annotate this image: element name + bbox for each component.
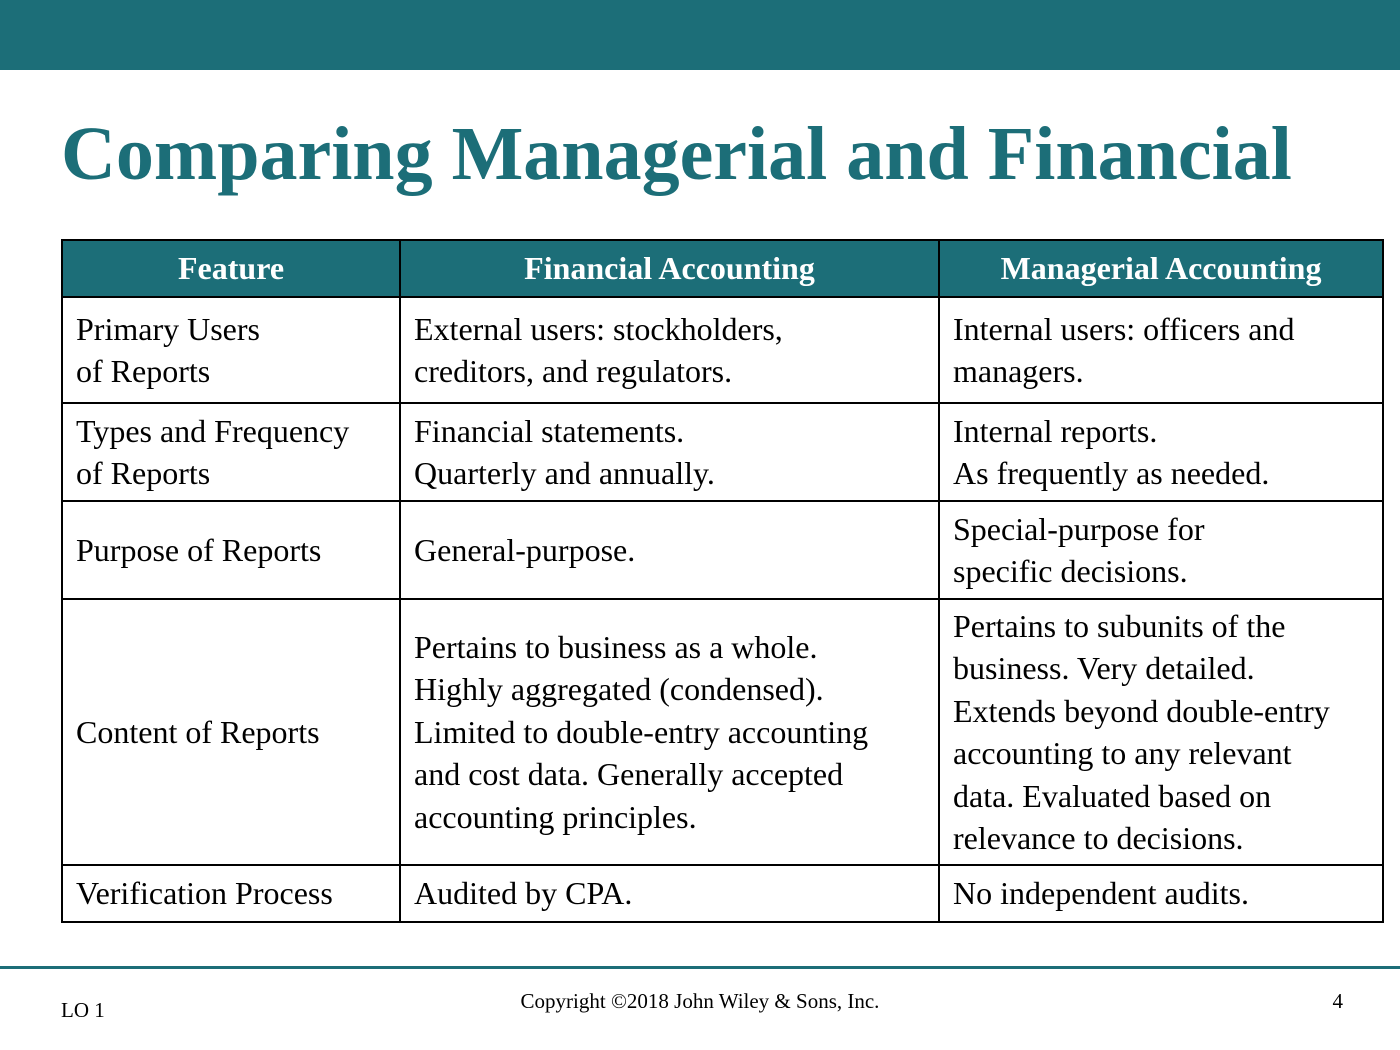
cell-line: Content of Reports xyxy=(76,713,320,750)
managerial-cell: No independent audits. xyxy=(938,864,1384,923)
table-row: Verification Process Audited by CPA. No … xyxy=(61,864,1384,923)
cell-line: General-purpose. xyxy=(414,531,636,568)
cell-line: accounting to any relevant xyxy=(953,735,1292,771)
feature-cell: Content of Reports xyxy=(61,598,401,866)
cell-line: Audited by CPA. xyxy=(414,875,633,912)
cell-line: Purpose of Reports xyxy=(76,531,322,568)
table-row: Content of Reports Pertains to business … xyxy=(61,598,1384,866)
cell-line: Pertains to business as a whole. xyxy=(414,628,818,665)
cell-line: External users: stockholders, xyxy=(414,310,783,347)
cell-line: Internal reports. xyxy=(953,412,1158,449)
cell-line: managers. xyxy=(953,353,1084,389)
cell-line: business. Very detailed. xyxy=(953,650,1255,686)
cell-line: Financial statements. xyxy=(414,412,685,449)
cell-line: and cost data. Generally accepted xyxy=(414,756,844,793)
cell-line: creditors, and regulators. xyxy=(414,353,733,389)
financial-cell: Financial statements. Quarterly and annu… xyxy=(399,402,940,502)
feature-cell: Types and Frequency of Reports xyxy=(61,402,401,502)
cell-line: Limited to double-entry accounting xyxy=(414,713,869,750)
cell-line: accounting principles. xyxy=(414,798,697,835)
managerial-cell: Pertains to subunits of the business. Ve… xyxy=(938,598,1384,866)
cell-line: Pertains to subunits of the xyxy=(953,607,1286,644)
header-financial-accounting: Financial Accounting xyxy=(399,239,940,298)
cell-line: No independent audits. xyxy=(953,875,1249,912)
cell-line: relevance to decisions. xyxy=(953,820,1244,856)
financial-cell: Audited by CPA. xyxy=(399,864,940,923)
cell-line: Highly aggregated (condensed). xyxy=(414,671,824,708)
table-header-row: Feature Financial Accounting Managerial … xyxy=(61,239,1384,298)
cell-line: Quarterly and annually. xyxy=(414,455,715,491)
cell-line: Extends beyond double-entry xyxy=(953,692,1330,729)
comparison-table: Feature Financial Accounting Managerial … xyxy=(61,239,1384,923)
top-accent-bar xyxy=(0,0,1400,70)
feature-cell: Purpose of Reports xyxy=(61,500,401,600)
header-managerial-accounting: Managerial Accounting xyxy=(938,239,1384,298)
copyright-notice: Copyright ©2018 John Wiley & Sons, Inc. xyxy=(520,989,880,1013)
cell-line: of Reports xyxy=(76,455,211,491)
footer-divider xyxy=(0,966,1400,969)
cell-line: data. Evaluated based on xyxy=(953,777,1272,814)
cell-line: Primary Users xyxy=(76,310,260,347)
table-row: Purpose of Reports General-purpose. Spec… xyxy=(61,500,1384,600)
managerial-cell: Special-purpose for specific decisions. xyxy=(938,500,1384,600)
cell-line: Internal users: officers and xyxy=(953,310,1295,347)
page-number: 4 xyxy=(1332,989,1344,1013)
header-feature: Feature xyxy=(61,239,401,298)
cell-line: specific decisions. xyxy=(953,553,1188,589)
managerial-cell: Internal users: officers and managers. xyxy=(938,296,1384,404)
financial-cell: General-purpose. xyxy=(399,500,940,600)
managerial-cell: Internal reports. As frequently as neede… xyxy=(938,402,1384,502)
table-row: Types and Frequency of Reports Financial… xyxy=(61,402,1384,502)
table-row: Primary Users of Reports External users:… xyxy=(61,296,1384,404)
cell-line: Types and Frequency xyxy=(76,412,350,449)
cell-line: Verification Process xyxy=(76,875,333,912)
cell-line: As frequently as needed. xyxy=(953,455,1270,491)
slide-title: Comparing Managerial and Financial xyxy=(61,112,1292,196)
cell-line: of Reports xyxy=(76,353,211,389)
financial-cell: Pertains to business as a whole. Highly … xyxy=(399,598,940,866)
financial-cell: External users: stockholders, creditors,… xyxy=(399,296,940,404)
feature-cell: Primary Users of Reports xyxy=(61,296,401,404)
feature-cell: Verification Process xyxy=(61,864,401,923)
cell-line: Special-purpose for xyxy=(953,510,1205,547)
